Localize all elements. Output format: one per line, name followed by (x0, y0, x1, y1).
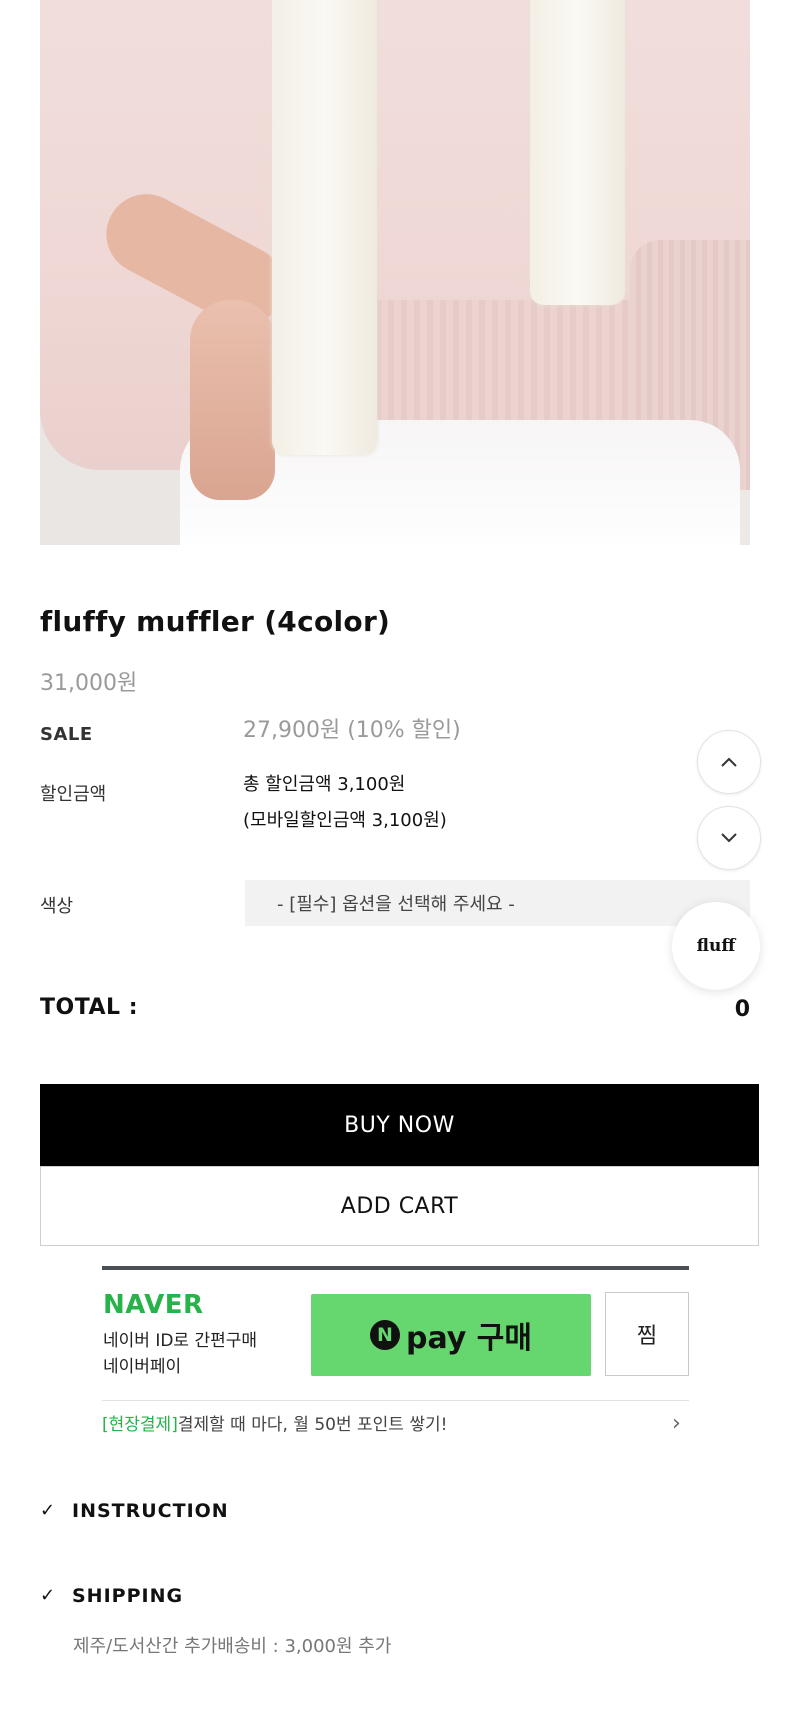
chevron-right-icon[interactable]: › (672, 1411, 681, 1436)
naver-promo-link[interactable]: [현장결제]결제할 때 마다, 월 50번 포인트 쌓기! (102, 1410, 447, 1435)
naver-pay-name: 네이버페이 (103, 1357, 182, 1377)
naver-subtitle: 네이버 ID로 간편구매 (103, 1331, 258, 1351)
naver-n-logo-icon: N (370, 1320, 400, 1350)
chevron-down-icon (721, 833, 737, 843)
chat-button[interactable]: fluff (672, 902, 760, 990)
color-label: 색상 (40, 896, 74, 917)
scroll-down-button[interactable] (697, 806, 761, 870)
wishlist-label: 찜 (636, 1324, 658, 1349)
add-cart-button[interactable]: ADD CART (40, 1166, 759, 1246)
buy-now-button[interactable]: BUY NOW (40, 1084, 759, 1166)
chevron-up-icon (721, 757, 737, 767)
wishlist-button[interactable]: 찜 (605, 1292, 689, 1376)
discount-label: 할인금액 (40, 784, 107, 805)
naver-pay-label: pay 구매 (406, 1321, 532, 1356)
checkmark-icon: ✓ (40, 1585, 56, 1606)
sale-price: 27,900원 (10% 할인) (243, 718, 461, 743)
naver-brand: NAVER (103, 1290, 204, 1320)
accordion-shipping[interactable]: SHIPPING (72, 1585, 183, 1607)
original-price: 31,000원 (40, 671, 138, 696)
shipping-note: 제주/도서산간 추가배송비 : 3,000원 추가 (73, 1636, 392, 1657)
total-value: 0 (734, 997, 750, 1022)
naver-promo-text: 결제할 때 마다, 월 50번 포인트 쌓기! (177, 1415, 448, 1435)
buy-now-label: BUY NOW (344, 1112, 455, 1138)
total-label: TOTAL : (40, 995, 139, 1020)
sale-label: SALE (40, 724, 93, 745)
naver-divider (102, 1400, 689, 1401)
product-image (40, 0, 750, 545)
checkmark-icon: ✓ (40, 1500, 56, 1521)
chat-label: fluff (696, 936, 736, 956)
discount-total: 총 할인금액 3,100원 (243, 774, 406, 795)
add-cart-label: ADD CART (340, 1193, 459, 1219)
product-title: fluffy muffler (4color) (40, 605, 391, 638)
naver-pay-top-border (102, 1266, 689, 1270)
scroll-up-button[interactable] (697, 730, 761, 794)
naver-pay-buy-button[interactable]: N pay 구매 (311, 1294, 591, 1376)
naver-promo-highlight: [현장결제] (102, 1415, 178, 1435)
color-option-select[interactable]: - [필수] 옵션을 선택해 주세요 - (245, 880, 750, 926)
option-select-placeholder: - [필수] 옵션을 선택해 주세요 - (277, 894, 515, 915)
accordion-instruction[interactable]: INSTRUCTION (72, 1500, 229, 1522)
discount-mobile: (모바일할인금액 3,100원) (243, 810, 447, 831)
